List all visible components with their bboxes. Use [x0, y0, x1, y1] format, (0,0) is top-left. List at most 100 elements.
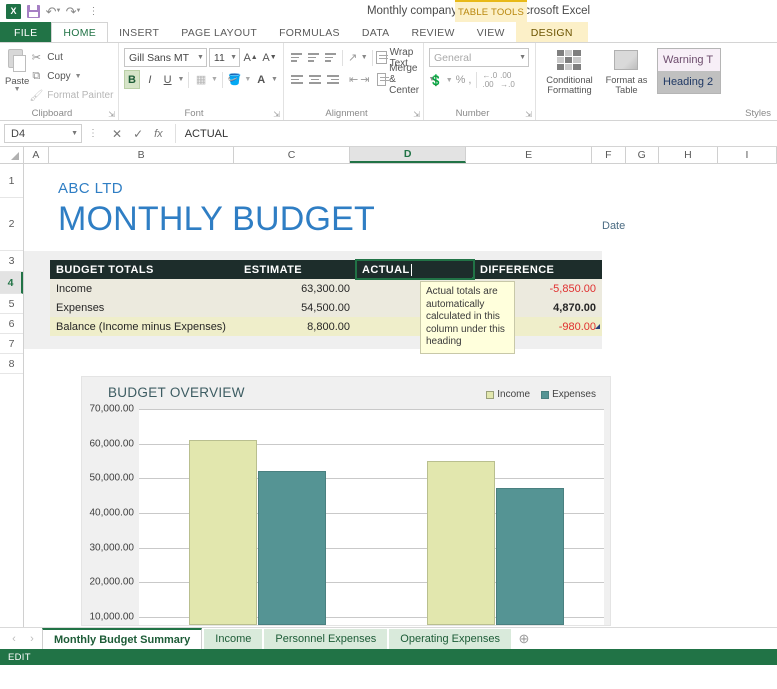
copy-caret-icon[interactable]: ▼	[75, 73, 82, 80]
number-format-caret-icon[interactable]: ▼	[516, 54, 526, 61]
copy-button[interactable]: ⧉ Copy ▼	[29, 68, 116, 85]
cell-income-estimate[interactable]: 63,300.00	[238, 279, 356, 298]
sheet-tab-personnel-expenses[interactable]: Personnel Expenses	[264, 629, 387, 649]
header-actual-selected-cell[interactable]: ACTUAL	[356, 260, 474, 279]
italic-button[interactable]: I	[142, 70, 158, 89]
bar-expenses-estimate[interactable]	[258, 471, 326, 625]
comma-style-button[interactable]: ,	[468, 74, 471, 86]
cut-button[interactable]: ✂ Cut	[29, 49, 116, 66]
paste-caret-icon[interactable]: ▼	[14, 87, 21, 93]
number-format-combo[interactable]: General ▼	[429, 48, 529, 67]
borders-caret-icon[interactable]: ▼	[211, 76, 218, 83]
column-header-d[interactable]: D	[350, 147, 466, 163]
column-header-c[interactable]: C	[234, 147, 350, 163]
fill-handle[interactable]	[472, 277, 474, 279]
header-budget-totals[interactable]: BUDGET TOTALS	[50, 260, 238, 279]
tab-page-layout[interactable]: PAGE LAYOUT	[170, 22, 268, 43]
sheet-tab-income[interactable]: Income	[204, 629, 262, 649]
bold-button[interactable]: B	[124, 70, 140, 89]
tab-design[interactable]: DESIGN	[516, 22, 588, 43]
sheet-tab-monthly-budget-summary[interactable]: Monthly Budget Summary	[42, 628, 202, 649]
prev-sheet-icon[interactable]: ‹	[6, 629, 22, 649]
bar-income-estimate[interactable]	[189, 440, 257, 625]
font-color-button[interactable]: A	[253, 70, 269, 89]
column-header-g[interactable]: G	[626, 147, 659, 163]
sheet-canvas[interactable]: ABC LTD MONTHLY BUDGET Date BUDGET TOTAL…	[24, 164, 777, 627]
cell-balance-label[interactable]: Balance (Income minus Expenses)	[50, 317, 238, 336]
borders-button[interactable]: ▦	[193, 70, 209, 89]
tab-data[interactable]: DATA	[351, 22, 401, 43]
fill-color-caret-icon[interactable]: ▼	[244, 76, 251, 83]
tab-file[interactable]: FILE	[0, 22, 51, 43]
tab-view[interactable]: VIEW	[466, 22, 516, 43]
font-dialog-launcher-icon[interactable]: ⇲	[273, 110, 280, 119]
cell-style-warning[interactable]: Warning T	[658, 49, 720, 71]
column-header-i[interactable]: I	[718, 147, 777, 163]
tab-insert[interactable]: INSERT	[108, 22, 170, 43]
font-size-combo[interactable]: 11 ▼	[209, 48, 240, 67]
legend-item-income[interactable]: Income	[486, 389, 530, 400]
cell-style-heading2[interactable]: Heading 2	[658, 71, 720, 93]
accounting-caret-icon[interactable]: ▼	[446, 77, 453, 84]
bar-income-actual[interactable]	[427, 461, 495, 625]
fill-color-button[interactable]: 🪣	[227, 70, 243, 89]
name-box-caret-icon[interactable]: ▼	[71, 130, 78, 137]
table-row[interactable]: Expenses 54,500.00 4,870.00	[50, 298, 602, 317]
cell-styles-gallery[interactable]: Warning T Heading 2	[657, 48, 721, 94]
column-header-h[interactable]: H	[659, 147, 718, 163]
row-header-3[interactable]: 3	[0, 251, 23, 272]
formula-input[interactable]: ACTUAL	[175, 124, 773, 143]
column-header-b[interactable]: B	[49, 147, 234, 163]
add-sheet-icon[interactable]: ⊕	[513, 629, 535, 649]
cell-expenses-estimate[interactable]: 54,500.00	[238, 298, 356, 317]
align-center-button[interactable]	[307, 71, 323, 88]
row-header-7[interactable]: 7	[0, 334, 23, 354]
increase-decimal-button[interactable]: ←.0.00	[482, 71, 497, 89]
format-as-table-button[interactable]: Format as Table	[598, 48, 655, 95]
align-top-button[interactable]	[289, 49, 304, 66]
header-estimate[interactable]: ESTIMATE	[238, 260, 356, 279]
grow-font-button[interactable]: A▲	[242, 48, 259, 67]
header-difference[interactable]: DIFFERENCE	[474, 260, 602, 279]
select-all-corner[interactable]	[0, 147, 24, 163]
table-row[interactable]: Balance (Income minus Expenses) 8,800.00…	[50, 317, 602, 336]
formula-bar-handle[interactable]: ⋮	[86, 128, 100, 139]
clipboard-dialog-launcher-icon[interactable]: ⇲	[108, 110, 115, 119]
confirm-edit-icon[interactable]: ✓	[133, 127, 143, 141]
align-middle-button[interactable]	[306, 49, 321, 66]
tab-home[interactable]: HOME	[51, 22, 108, 43]
cancel-edit-icon[interactable]: ✕	[112, 127, 122, 141]
align-bottom-button[interactable]	[323, 49, 338, 66]
orientation-caret-icon[interactable]: ▼	[361, 54, 368, 61]
decrease-indent-button[interactable]: ⇤	[349, 70, 358, 89]
conditional-formatting-button[interactable]: Conditional Formatting	[541, 48, 598, 95]
sheet-tab-operating-expenses[interactable]: Operating Expenses	[389, 629, 511, 649]
format-painter-button[interactable]: 🖌 Format Painter	[29, 87, 116, 104]
align-right-button[interactable]	[325, 71, 341, 88]
number-dialog-launcher-icon[interactable]: ⇲	[525, 110, 532, 119]
shrink-font-button[interactable]: A▼	[261, 48, 278, 67]
underline-button[interactable]: U	[160, 70, 176, 89]
column-header-a[interactable]: A	[24, 147, 50, 163]
row-header-6[interactable]: 6	[0, 314, 23, 334]
cell-balance-estimate[interactable]: 8,800.00	[238, 317, 356, 336]
row-header-8[interactable]: 8	[0, 354, 23, 374]
font-name-combo[interactable]: Gill Sans MT ▼	[124, 48, 207, 67]
column-header-f[interactable]: F	[592, 147, 625, 163]
underline-caret-icon[interactable]: ▼	[177, 76, 184, 83]
cell-expenses-label[interactable]: Expenses	[50, 298, 238, 317]
budget-overview-chart[interactable]: BUDGET OVERVIEW Income Expenses 70,000.0…	[81, 376, 611, 626]
insert-function-icon[interactable]: fx	[154, 128, 163, 140]
font-size-caret-icon[interactable]: ▼	[227, 54, 237, 61]
tab-review[interactable]: REVIEW	[400, 22, 465, 43]
percent-style-button[interactable]: %	[456, 74, 466, 86]
column-header-e[interactable]: E	[466, 147, 592, 163]
table-row[interactable]: Income 63,300.00 -5,850.00	[50, 279, 602, 298]
align-left-button[interactable]	[289, 71, 305, 88]
font-color-caret-icon[interactable]: ▼	[271, 76, 278, 83]
name-box[interactable]: D4 ▼	[4, 124, 82, 143]
next-sheet-icon[interactable]: ›	[24, 629, 40, 649]
cell-income-label[interactable]: Income	[50, 279, 238, 298]
tab-formulas[interactable]: FORMULAS	[268, 22, 351, 43]
alignment-dialog-launcher-icon[interactable]: ⇲	[413, 110, 420, 119]
